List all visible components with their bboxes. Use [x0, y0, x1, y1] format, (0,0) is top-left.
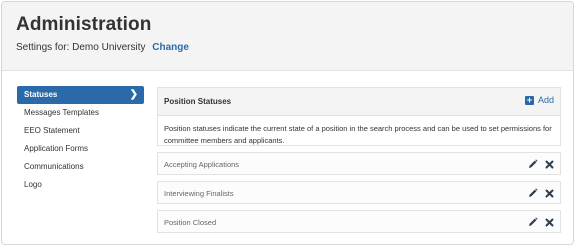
row-actions: [528, 216, 554, 228]
pencil-icon[interactable]: [528, 216, 538, 228]
sidebar-item-label: Communications: [24, 162, 84, 171]
status-name: Position Closed: [164, 218, 217, 227]
statuses-panel: Position Statuses + Add Position statuse…: [157, 87, 561, 233]
sidebar-item-label: Statuses: [24, 90, 58, 99]
settings-sidebar: Statuses ❯ Messages Templates EEO Statem…: [17, 86, 144, 194]
status-row: Position Closed: [157, 210, 561, 233]
row-actions: [528, 158, 554, 170]
status-row: Accepting Applications: [157, 152, 561, 175]
panel-description: Position statuses indicate the current s…: [157, 115, 561, 146]
plus-square-icon: +: [524, 94, 534, 105]
pencil-icon[interactable]: [528, 187, 538, 199]
sidebar-item-label: Application Forms: [24, 144, 89, 153]
sidebar-item-eeo-statement[interactable]: EEO Statement: [17, 122, 144, 140]
panel-title: Position Statuses: [164, 97, 232, 106]
sidebar-item-messages-templates[interactable]: Messages Templates: [17, 104, 144, 122]
admin-window: Administration Settings for: Demo Univer…: [1, 1, 574, 245]
sidebar-item-label: Messages Templates: [24, 108, 99, 117]
sidebar-item-label: EEO Statement: [24, 126, 80, 135]
row-actions: [528, 187, 554, 199]
chevron-right-icon: ❯: [129, 89, 138, 100]
org-name: Demo University: [72, 42, 146, 53]
sidebar-item-label: Logo: [24, 180, 42, 189]
page-header: Administration Settings for: Demo Univer…: [2, 2, 573, 71]
pencil-icon[interactable]: [528, 158, 538, 170]
add-label: Add: [537, 95, 554, 105]
settings-prefix: Settings for:: [16, 42, 70, 53]
close-icon[interactable]: [544, 216, 554, 228]
sidebar-item-communications[interactable]: Communications: [17, 158, 144, 176]
status-row: Interviewing Finalists: [157, 181, 561, 204]
close-icon[interactable]: [544, 158, 554, 170]
add-status-button[interactable]: + Add: [524, 94, 554, 105]
status-name: Accepting Applications: [164, 160, 240, 169]
sidebar-item-application-forms[interactable]: Application Forms: [17, 140, 144, 158]
page-title: Administration: [16, 14, 152, 35]
change-org-link[interactable]: Change: [152, 42, 189, 53]
panel-header: Position Statuses + Add: [157, 87, 561, 115]
sidebar-item-logo[interactable]: Logo: [17, 176, 144, 194]
status-name: Interviewing Finalists: [164, 189, 234, 198]
sidebar-item-statuses[interactable]: Statuses ❯: [17, 86, 144, 104]
settings-for-line: Settings for: Demo University Change: [16, 42, 189, 53]
close-icon[interactable]: [544, 187, 554, 199]
